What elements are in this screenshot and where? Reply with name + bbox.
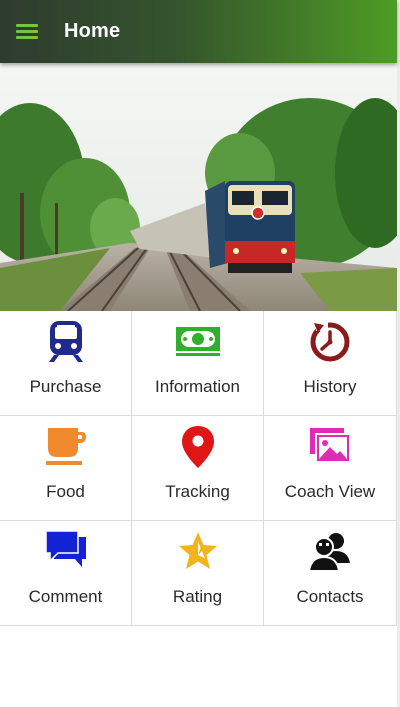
menu-item-contacts[interactable]: Contacts <box>264 521 397 626</box>
photos-icon <box>308 424 352 468</box>
app-bar: Home <box>0 0 397 63</box>
menu-grid: Purchase Information History Food Tracki… <box>0 311 397 628</box>
app-screen: Home Purchase Information History Food T… <box>0 0 397 707</box>
menu-item-history[interactable]: History <box>264 311 397 416</box>
menu-item-label: Tracking <box>165 482 230 501</box>
menu-item-comment[interactable]: Comment <box>0 521 132 626</box>
banner-image <box>0 63 397 311</box>
menu-item-label: Purchase <box>29 377 102 396</box>
history-clock-icon <box>308 319 352 363</box>
hamburger-menu-icon[interactable] <box>14 20 42 46</box>
menu-item-label: Food <box>46 482 85 501</box>
menu-item-label: Contacts <box>296 587 364 606</box>
menu-item-purchase[interactable]: Purchase <box>0 311 132 416</box>
menu-item-information[interactable]: Information <box>132 311 264 416</box>
menu-item-food[interactable]: Food <box>0 416 132 521</box>
menu-item-rating[interactable]: Rating <box>132 521 264 626</box>
menu-item-label: Comment <box>28 587 103 606</box>
chat-bubbles-icon <box>44 529 88 573</box>
coffee-cup-icon <box>44 424 88 468</box>
page-title: Home <box>64 20 121 42</box>
menu-item-label: Coach View <box>284 482 376 501</box>
contacts-people-icon <box>307 529 352 573</box>
menu-item-tracking[interactable]: Tracking <box>132 416 264 521</box>
money-icon <box>175 319 220 363</box>
location-pin-icon <box>176 424 220 468</box>
star-icon <box>176 529 220 573</box>
menu-item-label: Rating <box>172 587 223 606</box>
menu-item-label: Information <box>154 377 241 396</box>
menu-item-label: History <box>303 377 357 396</box>
menu-item-coach-view[interactable]: Coach View <box>264 416 397 521</box>
train-icon <box>44 319 88 363</box>
